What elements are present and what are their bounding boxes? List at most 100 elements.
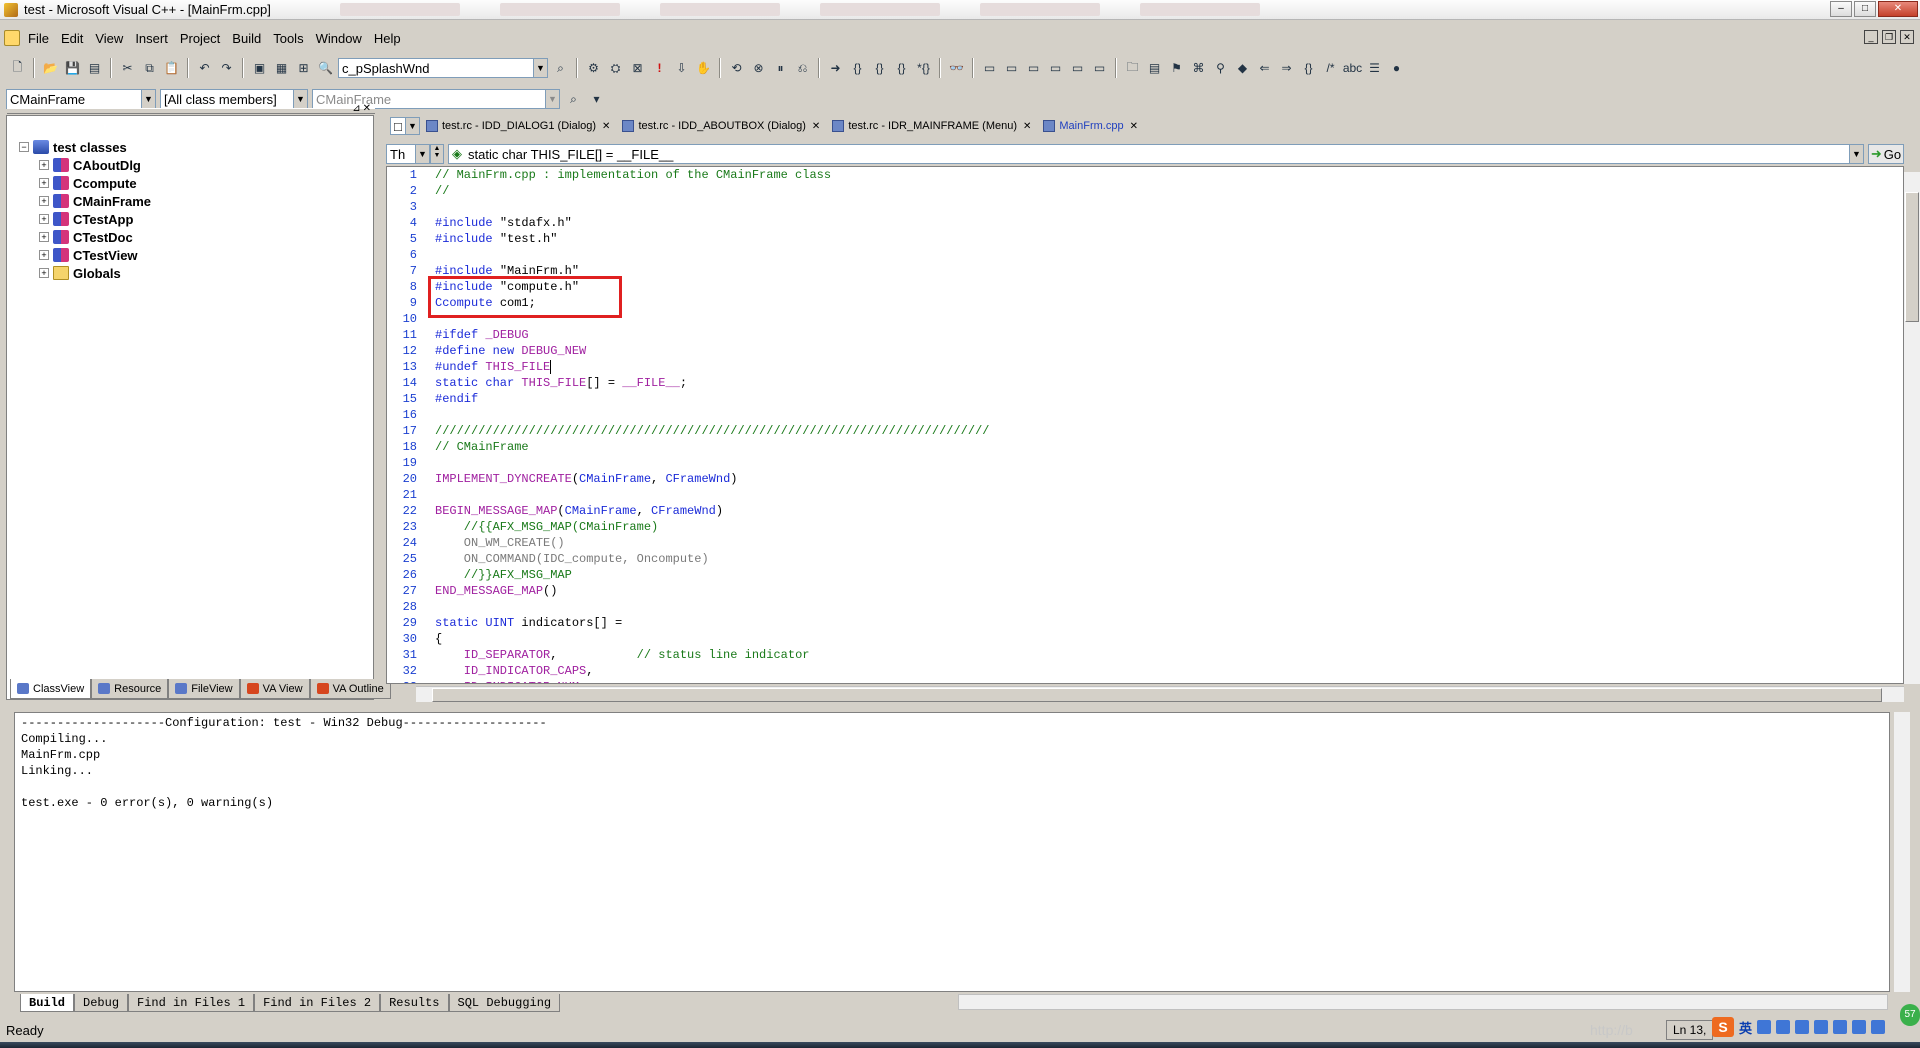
tab-vaview[interactable]: VA View (239, 679, 310, 699)
close-button[interactable]: ✕ (1878, 1, 1918, 17)
wizard-dropdown-icon[interactable]: ▾ (587, 90, 606, 109)
chevron-down-icon[interactable]: ▼ (545, 90, 559, 108)
code-line[interactable]: // (435, 183, 990, 199)
tree-item[interactable]: + Globals (19, 264, 151, 282)
step-over-icon[interactable]: {} (870, 59, 889, 78)
menu-help[interactable]: Help (368, 29, 407, 48)
code-text[interactable]: // MainFrm.cpp : implementation of the C… (435, 167, 990, 683)
paste-icon[interactable]: 📋 (162, 59, 181, 78)
tree-item[interactable]: + Ccompute (19, 174, 151, 192)
panel-grip[interactable] (7, 108, 375, 114)
tab-resourceview[interactable]: Resource (91, 679, 169, 699)
show-next-statement-icon[interactable]: ➜ (826, 59, 845, 78)
definition-combo[interactable]: ◈ static char THIS_FILE[] = __FILE__ ▼ (448, 144, 1864, 164)
minimize-button[interactable]: – (1830, 1, 1852, 17)
code-line[interactable] (435, 487, 990, 503)
tree-item[interactable]: + CAboutDlg (19, 156, 151, 174)
chevron-down-icon[interactable]: ▼ (293, 90, 307, 108)
va-list-methods-icon[interactable]: ▤ (1145, 59, 1164, 78)
spell-check-icon[interactable]: abc (1343, 59, 1362, 78)
maximize-button[interactable]: □ (1854, 1, 1876, 17)
code-line[interactable]: //{{AFX_MSG_MAP(CMainFrame) (435, 519, 990, 535)
call-stack-icon[interactable]: ▭ (1068, 59, 1087, 78)
notification-badge[interactable]: 57 (1900, 1004, 1920, 1026)
va-references-icon[interactable]: ⌘ (1189, 59, 1208, 78)
find-combo[interactable]: c_pSplashWnd ▼ (338, 58, 548, 78)
memory-icon[interactable]: ▭ (1046, 59, 1065, 78)
menu-edit[interactable]: Edit (55, 29, 89, 48)
close-tab-icon[interactable]: ✕ (602, 121, 610, 132)
chevron-down-icon[interactable]: ▼ (405, 118, 419, 134)
compile-icon[interactable]: ⚙ (584, 59, 603, 78)
tools-icon[interactable] (1871, 1020, 1886, 1034)
code-line[interactable]: ID_INDICATOR_CAPS, (435, 663, 990, 679)
save-all-icon[interactable]: ▤ (85, 59, 104, 78)
va-bookmark-icon[interactable]: ◆ (1233, 59, 1252, 78)
panel-restore-icon[interactable]: ⊿ (352, 103, 360, 114)
code-line[interactable]: ON_WM_CREATE() (435, 535, 990, 551)
scroll-thumb[interactable] (432, 688, 1882, 702)
code-line[interactable] (435, 599, 990, 615)
copy-icon[interactable]: ⧉ (140, 59, 159, 78)
code-line[interactable]: #endif (435, 391, 990, 407)
filter-combo[interactable]: [All class members] ▼ (160, 89, 308, 109)
tree-item[interactable]: + CTestDoc (19, 228, 151, 246)
debug-break-icon[interactable]: ⏸ (771, 59, 790, 78)
step-into-icon[interactable]: {} (848, 59, 867, 78)
editor-vertical-scrollbar[interactable] (1904, 172, 1920, 684)
output-panel[interactable]: --------------------Configuration: test … (14, 712, 1890, 992)
context-combo[interactable]: Th ▼ (386, 144, 430, 164)
doc-tab[interactable]: test.rc - IDD_DIALOG1 (Dialog) ✕ (420, 116, 616, 136)
expand-icon[interactable]: + (39, 196, 49, 206)
chevron-down-icon[interactable]: ▼ (415, 145, 429, 163)
output-horizontal-scrollbar[interactable] (958, 994, 1888, 1010)
code-line[interactable]: BEGIN_MESSAGE_MAP(CMainFrame, CFrameWnd) (435, 503, 990, 519)
skin-icon[interactable] (1852, 1020, 1867, 1034)
code-line[interactable]: ON_COMMAND(IDC_compute, Oncompute) (435, 551, 990, 567)
cut-icon[interactable]: ✂ (118, 59, 137, 78)
code-line[interactable]: #ifdef _DEBUG (435, 327, 990, 343)
find-in-files-icon[interactable]: 🔍 (316, 59, 335, 78)
close-tab-icon[interactable]: ✕ (1023, 121, 1031, 132)
tab-sql-debugging[interactable]: SQL Debugging (448, 994, 561, 1012)
tab-debug[interactable]: Debug (74, 994, 129, 1012)
member-combo[interactable]: CMainFrame ▼ (312, 89, 560, 109)
code-line[interactable]: IMPLEMENT_DYNCREATE(CMainFrame, CFrameWn… (435, 471, 990, 487)
registers-icon[interactable]: ▭ (1024, 59, 1043, 78)
va-comment-icon[interactable]: /* (1321, 59, 1340, 78)
punctuation-icon[interactable] (1776, 1020, 1791, 1034)
expand-icon[interactable]: + (39, 268, 49, 278)
back-arrow-icon[interactable]: ⇐ (1255, 59, 1274, 78)
chevron-down-icon[interactable]: ▼ (1849, 145, 1863, 163)
output-window-icon[interactable]: ▦ (272, 59, 291, 78)
new-file-icon[interactable]: 🗋 (8, 59, 27, 78)
code-line[interactable]: ////////////////////////////////////////… (435, 423, 990, 439)
variables-icon[interactable]: ▭ (1002, 59, 1021, 78)
code-line[interactable]: ID_INDICATOR_NUM, (435, 679, 990, 683)
va-goto-icon[interactable]: ⚲ (1211, 59, 1230, 78)
tree-root[interactable]: − test classes (19, 138, 151, 156)
menu-tools[interactable]: Tools (267, 29, 309, 48)
moon-icon[interactable] (1757, 1020, 1772, 1034)
tab-fileview[interactable]: FileView (168, 679, 240, 699)
go-debug-icon[interactable]: ⇩ (672, 59, 691, 78)
menu-view[interactable]: View (89, 29, 129, 48)
open-folder-icon[interactable]: 📂 (41, 59, 60, 78)
tree-item[interactable]: + CTestView (19, 246, 151, 264)
va-tomato-icon[interactable]: ● (1387, 59, 1406, 78)
doc-tab[interactable]: test.rc - IDD_ABOUTBOX (Dialog) ✕ (616, 116, 826, 136)
menu-file[interactable]: File (22, 29, 55, 48)
code-line[interactable]: #include "test.h" (435, 231, 990, 247)
panel-close-icon[interactable]: ✕ (363, 103, 371, 114)
menu-build[interactable]: Build (226, 29, 267, 48)
expand-icon[interactable]: + (39, 214, 49, 224)
workspace-icon[interactable]: ▣ (250, 59, 269, 78)
va-options-icon[interactable]: ☰ (1365, 59, 1384, 78)
code-line[interactable] (435, 455, 990, 471)
chevron-down-icon[interactable]: ▼ (141, 90, 155, 108)
code-line[interactable]: //}}AFX_MSG_MAP (435, 567, 990, 583)
class-combo[interactable]: CMainFrame ▼ (6, 89, 156, 109)
ime-language[interactable]: 英 (1739, 1018, 1752, 1037)
tab-vaoutline[interactable]: VA Outline (309, 679, 391, 699)
code-line[interactable] (435, 247, 990, 263)
